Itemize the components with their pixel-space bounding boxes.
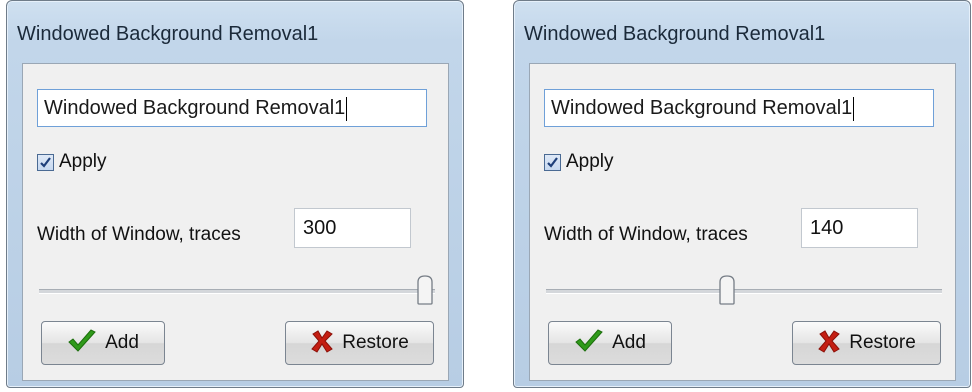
- apply-checkbox[interactable]: Apply: [544, 150, 614, 174]
- add-label: Add: [105, 332, 139, 353]
- name-input[interactable]: Windowed Background Removal1: [37, 89, 427, 127]
- dialog-body: Windowed Background Removal1 Apply Width…: [22, 63, 449, 381]
- width-input[interactable]: 300: [294, 208, 411, 248]
- slider-track[interactable]: [39, 289, 435, 294]
- width-slider[interactable]: [39, 274, 435, 308]
- dialog-left: Windowed Background Removal1 Windowed Ba…: [6, 0, 464, 388]
- dialog-title: Windowed Background Removal1: [17, 23, 319, 45]
- slider-thumb[interactable]: [717, 274, 737, 306]
- add-button[interactable]: Add: [41, 321, 165, 365]
- add-button[interactable]: Add: [548, 321, 672, 365]
- dialog-title: Windowed Background Removal1: [524, 23, 826, 45]
- restore-label: Restore: [849, 332, 916, 353]
- dialog-body: Windowed Background Removal1 Apply Width…: [529, 63, 956, 381]
- slider-thumb[interactable]: [415, 274, 435, 306]
- checkbox-checked-icon[interactable]: [544, 153, 561, 171]
- width-label: Width of Window, traces: [37, 224, 241, 245]
- name-input[interactable]: Windowed Background Removal1: [544, 89, 934, 127]
- checkmark-icon: [574, 328, 604, 358]
- text-caret: [346, 96, 348, 121]
- name-input-value: Windowed Background Removal1: [551, 97, 853, 119]
- width-slider[interactable]: [546, 274, 942, 308]
- checkbox-checked-icon[interactable]: [37, 153, 54, 171]
- x-cross-icon: [310, 329, 334, 358]
- apply-label: Apply: [566, 151, 614, 172]
- name-input-value: Windowed Background Removal1: [44, 97, 346, 119]
- add-label: Add: [612, 332, 646, 353]
- apply-checkbox[interactable]: Apply: [37, 150, 107, 174]
- x-cross-icon: [817, 329, 841, 358]
- apply-label: Apply: [59, 151, 107, 172]
- dialog-right: Windowed Background Removal1 Windowed Ba…: [513, 0, 971, 388]
- text-caret: [853, 96, 855, 121]
- restore-label: Restore: [342, 332, 409, 353]
- checkmark-icon: [67, 328, 97, 358]
- restore-button[interactable]: Restore: [792, 321, 941, 365]
- width-label: Width of Window, traces: [544, 224, 748, 245]
- restore-button[interactable]: Restore: [285, 321, 434, 365]
- width-input[interactable]: 140: [801, 208, 918, 248]
- slider-track[interactable]: [546, 289, 942, 294]
